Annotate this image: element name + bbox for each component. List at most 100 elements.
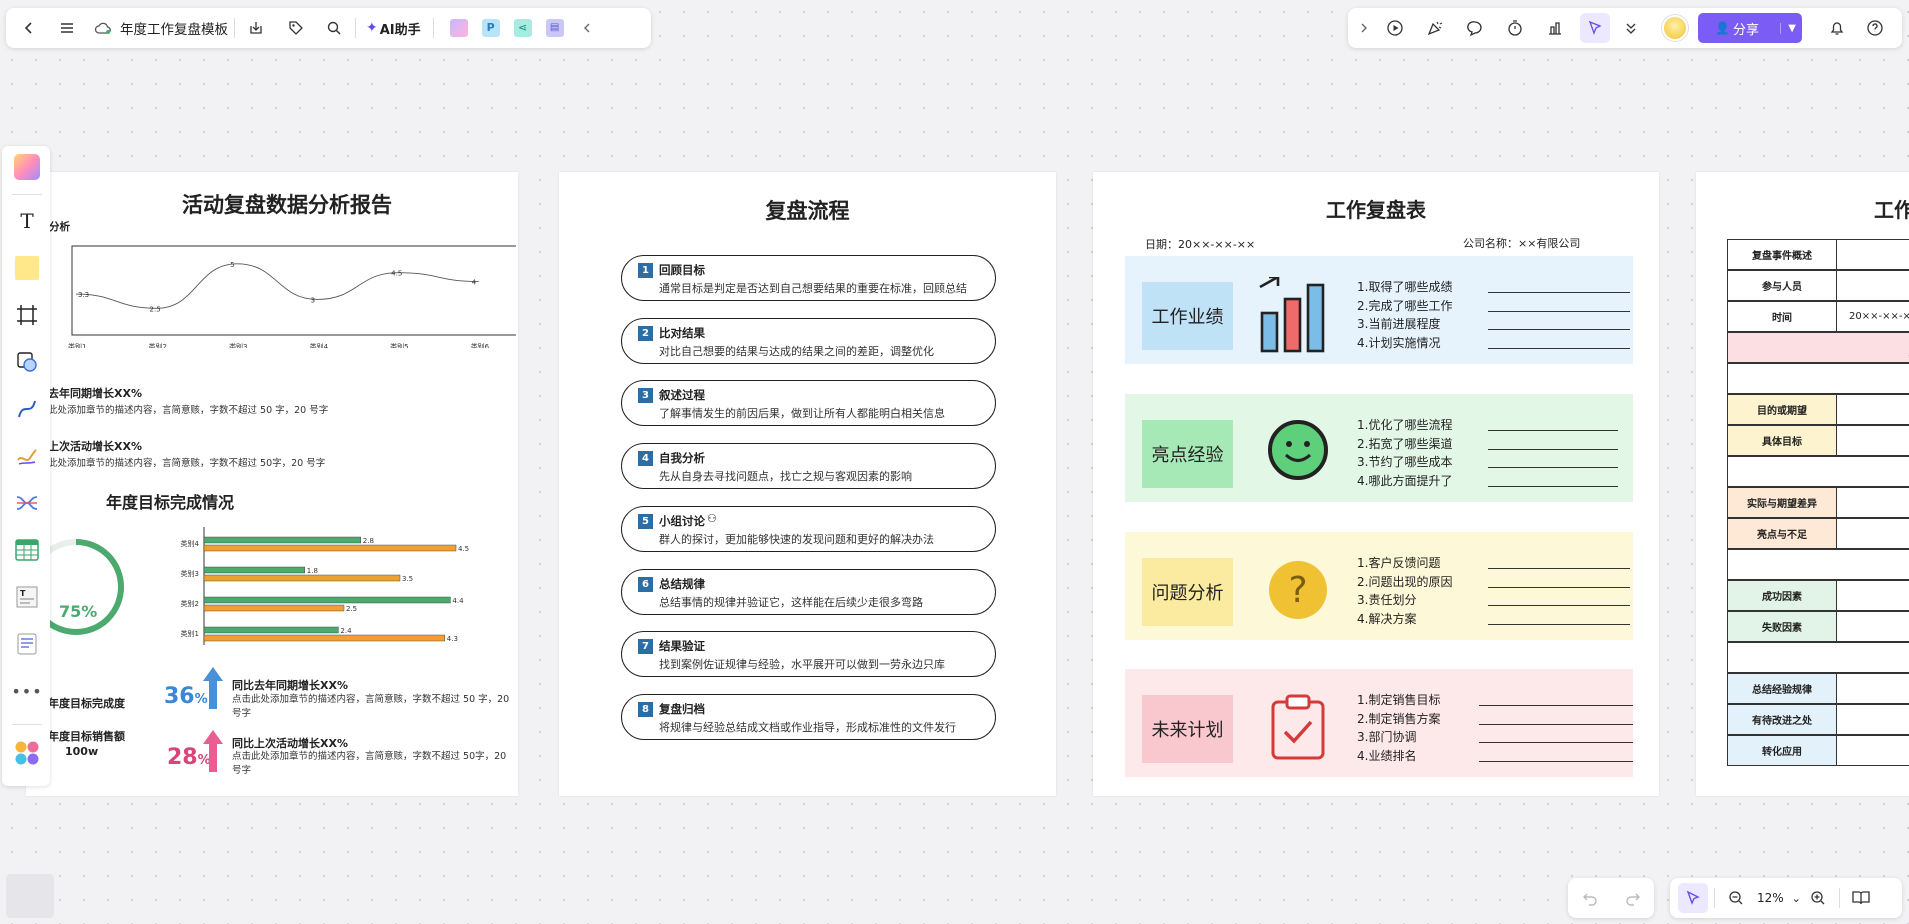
- share-dropdown-icon[interactable]: ▼: [1780, 22, 1796, 34]
- section-tag[interactable]: 未来计划: [1142, 695, 1233, 763]
- line-chart: 3.3 2.5 5 3 4.5 4 类别1 类别2 类别3 类别4 类别5 类别6: [68, 245, 516, 348]
- table-cell[interactable]: [1836, 735, 1909, 766]
- text-tool-icon[interactable]: T: [10, 204, 44, 238]
- process-card[interactable]: 复盘流程 1 回顾目标 通常目标是判定是否达到自己想要结果的重要在标准，回顾总结 2 比…: [559, 172, 1056, 796]
- select-cursor-icon[interactable]: [1678, 883, 1708, 913]
- table-cell[interactable]: [1836, 425, 1909, 456]
- template-icon[interactable]: [10, 150, 44, 184]
- pen-tool-icon[interactable]: [10, 439, 44, 473]
- table-cell[interactable]: [1836, 580, 1909, 611]
- zoom-level[interactable]: 12%: [1757, 891, 1784, 905]
- table-row-label[interactable]: 参与人员: [1727, 270, 1837, 301]
- table-cell[interactable]: [1836, 239, 1909, 270]
- ai-assistant-button[interactable]: ✦ AI助手: [366, 19, 421, 38]
- help-icon[interactable]: [1860, 13, 1890, 43]
- table-blank-row[interactable]: [1727, 363, 1909, 394]
- more-tools-icon[interactable]: •••: [10, 674, 44, 708]
- document-icon[interactable]: [10, 627, 44, 661]
- report-card[interactable]: 活动复盘数据分析报告 分析 3.3 2.5 5 3 4.5 4 类别1 类别2 类别3 类别4 类别…: [26, 172, 518, 796]
- table-row-label[interactable]: 具体目标: [1727, 425, 1837, 456]
- table-blank-row[interactable]: [1727, 549, 1909, 580]
- ai-mindmap-icon[interactable]: ⋖: [508, 13, 538, 43]
- ai-ppt-icon[interactable]: P: [476, 13, 506, 43]
- table-row-label[interactable]: 复盘事件概述: [1727, 239, 1837, 270]
- avatar[interactable]: [1662, 15, 1688, 41]
- table-row-label[interactable]: 总结经验规律: [1727, 673, 1837, 704]
- play-icon[interactable]: [1380, 13, 1410, 43]
- celebrate-icon[interactable]: [1420, 13, 1450, 43]
- section-tag[interactable]: 问题分析: [1142, 558, 1233, 626]
- timer-icon[interactable]: [1500, 13, 1530, 43]
- connector-tool-icon[interactable]: [10, 392, 44, 426]
- comment-icon[interactable]: [1460, 13, 1490, 43]
- table-card[interactable]: 工作 复盘事件概述参与人员时间20××-××-×复目的或期望具体目标实际与期望差…: [1696, 172, 1909, 796]
- zoom-in-icon[interactable]: [1803, 883, 1833, 913]
- table-row-label[interactable]: 有待改进之处: [1727, 704, 1837, 735]
- sticky-note-icon[interactable]: [10, 251, 44, 285]
- frame-tool-icon[interactable]: [10, 298, 44, 332]
- process-step[interactable]: 3 叙述过程 了解事情发生的前因后果，做到让所有人都能明白相关信息: [621, 380, 996, 427]
- mindmap-tool-icon[interactable]: [10, 486, 44, 520]
- table-tool-icon[interactable]: [10, 533, 44, 567]
- fill-line: [1488, 623, 1630, 625]
- table-cell[interactable]: [1836, 673, 1909, 704]
- table-section-head[interactable]: 复: [1727, 332, 1909, 363]
- tag-icon[interactable]: [281, 13, 311, 43]
- process-step[interactable]: 8 复盘归档 将规律与经验总结成文档或作业指导，形成标准性的文件发行: [621, 693, 996, 740]
- menu-icon[interactable]: [52, 13, 82, 43]
- table-cell[interactable]: [1836, 270, 1909, 301]
- download-icon[interactable]: [241, 13, 271, 43]
- process-step[interactable]: 5 小组讨论 ⚇ 群人的探讨，更加能够快速的发现问题和更好的解决办法: [621, 505, 996, 552]
- document-title[interactable]: 年度工作复盘模板: [120, 18, 228, 38]
- table-cell[interactable]: [1836, 704, 1909, 735]
- table-row-label[interactable]: 失败因素: [1727, 611, 1837, 642]
- share-button[interactable]: 👤 分享 ▼: [1698, 13, 1802, 43]
- process-step[interactable]: 1 回顾目标 通常目标是判定是否达到自己想要结果的重要在标准，回顾总结: [621, 255, 996, 301]
- table-blank-row[interactable]: [1727, 456, 1909, 487]
- table-blank-row[interactable]: [1727, 642, 1909, 673]
- undo-icon[interactable]: [1575, 883, 1605, 913]
- section-tag[interactable]: 工作业绩: [1142, 282, 1233, 350]
- table-row-label[interactable]: 目的或期望: [1727, 394, 1837, 425]
- process-step[interactable]: 4 自我分析 先从自身去寻找问题点，找亡之规与客观因素的影响: [621, 443, 996, 490]
- section-item: 1.优化了哪些流程: [1357, 418, 1453, 432]
- review-card[interactable]: 工作复盘表 日期：20××-××-×× 公司名称：××有限公司 工作业绩 1.取得…: [1093, 172, 1659, 796]
- bar-chart: 类别4 2.8 4.5 类别3 1.8 3.5 类别2 4.4 2.5 类别1 2.4 4.3: [181, 527, 469, 645]
- review-section: 未来计划 1.制定销售目标 2.制定销售方案 3.部门协调 4.业绩排名: [1125, 669, 1633, 777]
- ai-image-icon[interactable]: [444, 13, 474, 43]
- chart-bar: [203, 626, 339, 634]
- apps-icon[interactable]: [10, 736, 44, 770]
- text-block-icon[interactable]: T: [10, 580, 44, 614]
- table-cell[interactable]: [1836, 518, 1909, 549]
- process-step[interactable]: 2 比对结果 对比自己想要的结果与达成的结果之间的差距，调整优化: [621, 317, 996, 364]
- zoom-out-icon[interactable]: [1721, 883, 1751, 913]
- notification-bell-icon[interactable]: [1822, 13, 1852, 43]
- section-label: 分析: [49, 221, 70, 233]
- table-cell[interactable]: 20××-××-×: [1836, 301, 1909, 332]
- table-row-label[interactable]: 转化应用: [1727, 735, 1837, 766]
- shape-tool-icon[interactable]: [10, 345, 44, 379]
- section-tag[interactable]: 亮点经验: [1142, 420, 1233, 488]
- ai-chat-icon[interactable]: ▤: [540, 13, 570, 43]
- process-step[interactable]: 6 总结规律 总结事情的规律并验证它，这样能在后续少走很多弯路: [621, 568, 996, 615]
- table-row-label[interactable]: 实际与期望差异: [1727, 487, 1837, 518]
- collapse-toolbar-icon[interactable]: [572, 13, 602, 43]
- table-cell[interactable]: [1836, 394, 1909, 425]
- minimap[interactable]: [6, 874, 54, 918]
- table-row-label[interactable]: 成功因素: [1727, 580, 1837, 611]
- book-view-icon[interactable]: [1846, 883, 1876, 913]
- zoom-dropdown-icon[interactable]: ⌄: [1792, 892, 1801, 905]
- redo-icon[interactable]: [1618, 883, 1648, 913]
- expand-toolbar-icon[interactable]: [1354, 13, 1374, 43]
- table-row-label[interactable]: 亮点与不足: [1727, 518, 1837, 549]
- search-icon[interactable]: [319, 13, 349, 43]
- process-step[interactable]: 7 结果验证 找到案例佐证规律与经验，水平展开可以做到一劳永边只库: [621, 631, 996, 678]
- review-section: 亮点经验 1.优化了哪些流程 2.拓宽了哪些渠道 3.节约了哪些成本 4.哪此方面提升了: [1125, 394, 1633, 502]
- vote-icon[interactable]: [1540, 13, 1570, 43]
- table-cell[interactable]: [1836, 487, 1909, 518]
- table-row-label[interactable]: 时间: [1727, 301, 1837, 332]
- table-cell[interactable]: [1836, 611, 1909, 642]
- back-icon[interactable]: [14, 13, 44, 43]
- more-collapse-icon[interactable]: [1616, 13, 1646, 43]
- follow-cursor-icon[interactable]: [1580, 13, 1610, 43]
